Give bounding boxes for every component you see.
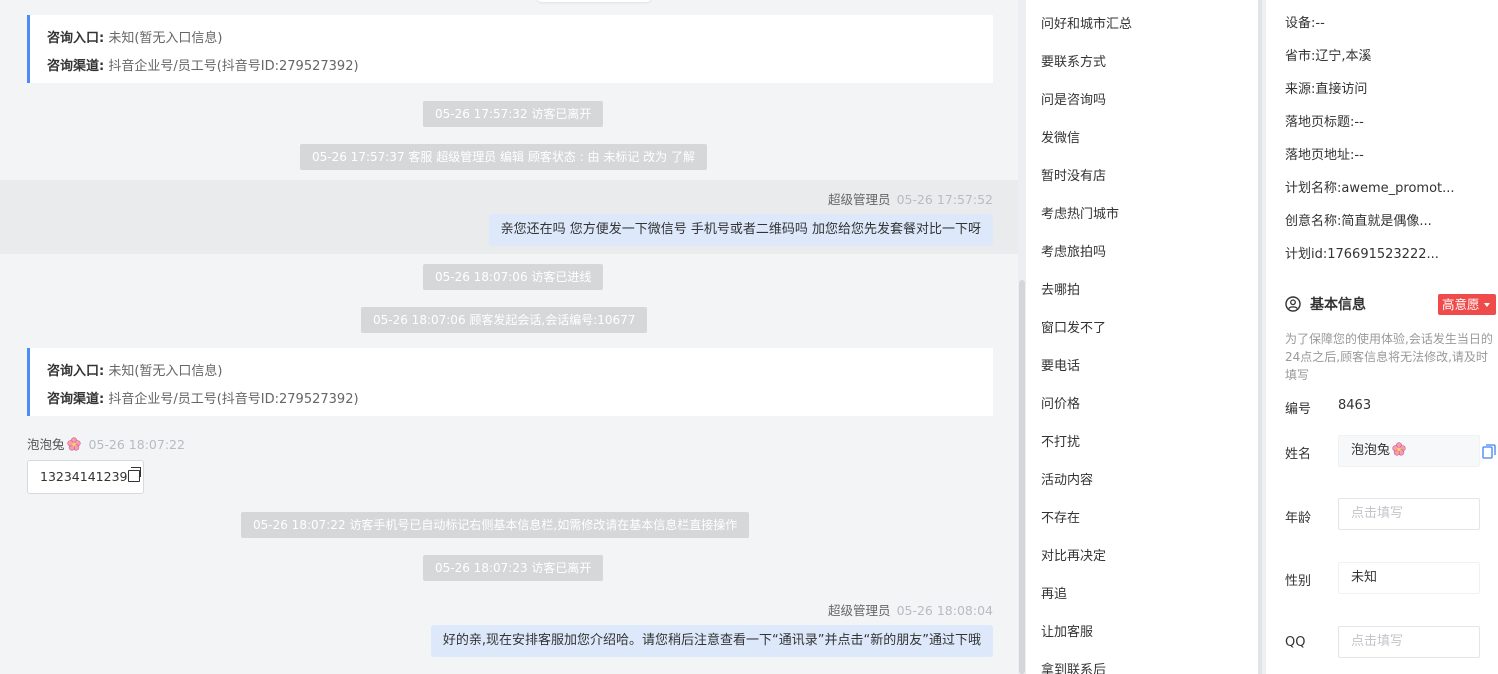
info-device: 设备:-- <box>1285 16 1325 31</box>
system-message: 05-26 18:07:22 访客手机号已自动标记右侧基本信息栏,如需修改请在基… <box>241 512 750 538</box>
caret-down-icon <box>1483 303 1490 307</box>
quick-reply-item[interactable]: 暂时没有店 <box>1041 165 1106 184</box>
field-label-qq: QQ <box>1285 635 1306 650</box>
entry-row: 咨询入口: 未知(暂无入口信息) <box>47 31 223 46</box>
system-message: 05-26 18:07:06 访客已进线 <box>423 264 604 290</box>
quick-reply-list: 问好和城市汇总 要联系方式 问是咨询吗 发微信 暂时没有店 考虑热门城市 考虑旅… <box>1026 0 1258 674</box>
flower-emoji-icon <box>66 437 81 451</box>
entry-row: 咨询入口: 未知(暂无入口信息) <box>47 364 223 379</box>
quick-reply-item[interactable]: 让加客服 <box>1041 621 1093 640</box>
info-plan-id: 计划id:176691523222... <box>1285 247 1439 262</box>
info-source: 来源:直接访问 <box>1285 82 1368 97</box>
channel-row: 咨询渠道: 抖音企业号/员工号(抖音号ID:279527392) <box>47 392 359 407</box>
chat-panel[interactable]: 咨询入口: 未知(暂无入口信息) 咨询渠道: 抖音企业号/员工号(抖音号ID:2… <box>0 0 1018 674</box>
quick-reply-item[interactable]: 问好和城市汇总 <box>1041 13 1132 32</box>
quick-reply-item[interactable]: 再追 <box>1041 583 1067 602</box>
qq-field[interactable]: 点击填写 <box>1338 626 1480 658</box>
quick-reply-item[interactable]: 考虑旅拍吗 <box>1041 241 1106 260</box>
basic-info-title: 基本信息 <box>1285 294 1366 314</box>
message-time: 05-26 18:08:04 <box>896 603 993 618</box>
quick-reply-item[interactable]: 不存在 <box>1041 507 1080 526</box>
agent-message-header: 超级管理员 05-26 17:57:52 <box>828 189 993 208</box>
message-time: 05-26 17:57:52 <box>896 192 993 207</box>
agent-message-header: 超级管理员 05-26 18:08:04 <box>828 600 993 619</box>
visitor-phone: 13234141239 <box>40 469 128 484</box>
field-label-age: 年龄 <box>1285 511 1312 526</box>
app-root: 咨询入口: 未知(暂无入口信息) 咨询渠道: 抖音企业号/员工号(抖音号ID:2… <box>0 0 1498 674</box>
quick-reply-item[interactable]: 问是咨询吗 <box>1041 89 1106 108</box>
agent-message-bubble: 亲您还在吗 您方便发一下微信号 手机号或者二维码吗 加您给您先发套餐对比一下呀 <box>488 214 993 246</box>
info-landing-url: 落地页地址:-- <box>1285 148 1364 163</box>
gender-select[interactable]: 未知 <box>1338 562 1480 594</box>
info-plan-name: 计划名称:aweme_promot... <box>1285 181 1455 196</box>
copy-icon[interactable] <box>1482 444 1496 459</box>
scrollbar-thumb[interactable] <box>1019 280 1025 674</box>
quick-reply-item[interactable]: 对比再决定 <box>1041 545 1106 564</box>
message-time: 05-26 18:07:22 <box>88 437 185 452</box>
age-field[interactable]: 点击填写 <box>1338 498 1480 530</box>
field-value-id: 8463 <box>1338 398 1372 413</box>
chat-scrollbar[interactable] <box>1018 0 1026 674</box>
info-landing-title: 落地页标题:-- <box>1285 115 1364 130</box>
quick-reply-item[interactable]: 考虑热门城市 <box>1041 203 1119 222</box>
system-message: 05-26 18:07:06 顾客发起会话,会话编号:10677 <box>361 307 648 333</box>
field-label-name: 姓名 <box>1285 447 1312 462</box>
panel-divider <box>1258 0 1266 674</box>
quick-reply-scrollbar[interactable] <box>1258 0 1262 674</box>
user-circle-icon <box>1285 296 1301 312</box>
info-region: 省市:辽宁,本溪 <box>1285 49 1372 64</box>
visitor-message-bubble[interactable]: 13234141239 <box>27 460 144 494</box>
system-message: 05-26 18:07:23 访客已离开 <box>423 555 604 581</box>
quick-reply-item[interactable]: 要联系方式 <box>1041 51 1106 70</box>
field-label-gender: 性别 <box>1285 574 1312 589</box>
quick-reply-item[interactable]: 要电话 <box>1041 355 1080 374</box>
quick-reply-item[interactable]: 活动内容 <box>1041 469 1093 488</box>
customer-info-panel: 设备:-- 省市:辽宁,本溪 来源:直接访问 落地页标题:-- 落地页地址:--… <box>1266 0 1498 674</box>
quick-reply-item[interactable]: 去哪拍 <box>1041 279 1080 298</box>
entry-info-card: 咨询入口: 未知(暂无入口信息) 咨询渠道: 抖音企业号/员工号(抖音号ID:2… <box>27 348 993 416</box>
entry-info-card: 咨询入口: 未知(暂无入口信息) 咨询渠道: 抖音企业号/员工号(抖音号ID:2… <box>27 15 993 83</box>
visitor-message-header: 泡泡兔 05-26 18:07:22 <box>27 434 185 453</box>
quick-reply-item[interactable]: 窗口发不了 <box>1041 317 1106 336</box>
system-message: 05-26 17:57:37 客服 超级管理员 编辑 顾客状态 : 由 未标记 … <box>300 144 707 170</box>
quick-reply-item[interactable]: 拿到联系后 <box>1041 659 1106 674</box>
agent-name: 超级管理员 <box>828 192 891 207</box>
load-more-tab[interactable] <box>536 0 652 2</box>
intent-badge[interactable]: 高意愿 <box>1438 294 1496 315</box>
visitor-name: 泡泡兔 <box>27 437 65 452</box>
field-label-id: 编号 <box>1285 402 1312 417</box>
copy-icon[interactable] <box>128 467 142 482</box>
channel-row: 咨询渠道: 抖音企业号/员工号(抖音号ID:279527392) <box>47 59 359 74</box>
system-message: 05-26 17:57:32 访客已离开 <box>423 101 604 127</box>
info-hint: 为了保障您的使用体验,会话发生当日的24点之后,顾客信息将无法修改,请及时填写 <box>1285 332 1493 382</box>
name-field[interactable]: 泡泡兔 <box>1338 435 1480 467</box>
quick-reply-item[interactable]: 不打扰 <box>1041 431 1080 450</box>
info-creative-name: 创意名称:简直就是偶像... <box>1285 214 1432 229</box>
flower-emoji-icon <box>1392 442 1406 456</box>
quick-reply-item[interactable]: 发微信 <box>1041 127 1080 146</box>
quick-reply-item[interactable]: 问价格 <box>1041 393 1080 412</box>
agent-name: 超级管理员 <box>828 603 891 618</box>
agent-message-bubble: 好的亲,现在安排客服加您介绍哈。请您稍后注意查看一下“通讯录”并点击“新的朋友”… <box>430 625 993 657</box>
